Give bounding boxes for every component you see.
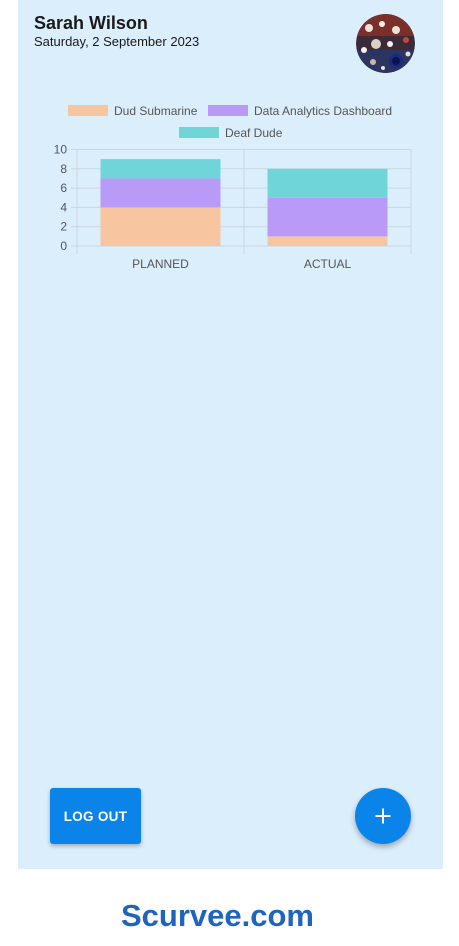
bar-segment bbox=[267, 197, 388, 237]
legend-swatch bbox=[68, 105, 108, 116]
main-panel: Sarah Wilson Saturday, 2 September 2023 bbox=[18, 0, 443, 869]
bar-segment bbox=[100, 159, 221, 179]
stacked-bar-chart: Dud Submarine Data Analytics Dashboard Dea… bbox=[18, 0, 443, 300]
y-tick-label: 8 bbox=[60, 162, 67, 176]
y-tick-label: 6 bbox=[60, 181, 67, 195]
bar-segment bbox=[267, 236, 388, 246]
legend-label: Data Analytics Dashboard bbox=[254, 104, 392, 118]
legend-label: Deaf Dude bbox=[225, 126, 283, 140]
chart-canvas: Dud Submarine Data Analytics Dashboard Dea… bbox=[54, 104, 412, 271]
y-tick-label: 10 bbox=[54, 143, 68, 157]
x-tick-label: ACTUAL bbox=[304, 257, 352, 271]
y-tick-label: 2 bbox=[60, 220, 67, 234]
bar-segment bbox=[267, 168, 388, 198]
y-tick-label: 4 bbox=[60, 200, 67, 214]
plus-icon bbox=[375, 808, 391, 824]
y-tick-label: 0 bbox=[60, 239, 67, 253]
add-button[interactable] bbox=[355, 788, 411, 844]
logout-button[interactable]: LOG OUT bbox=[50, 788, 141, 844]
legend-swatch bbox=[208, 105, 248, 116]
legend-label: Dud Submarine bbox=[114, 104, 198, 118]
legend-swatch bbox=[179, 127, 219, 138]
x-tick-label: PLANNED bbox=[132, 257, 189, 271]
brand-footer: Scurvee.com bbox=[121, 898, 314, 933]
bar-segment bbox=[100, 207, 221, 246]
bar-segment bbox=[100, 178, 221, 208]
